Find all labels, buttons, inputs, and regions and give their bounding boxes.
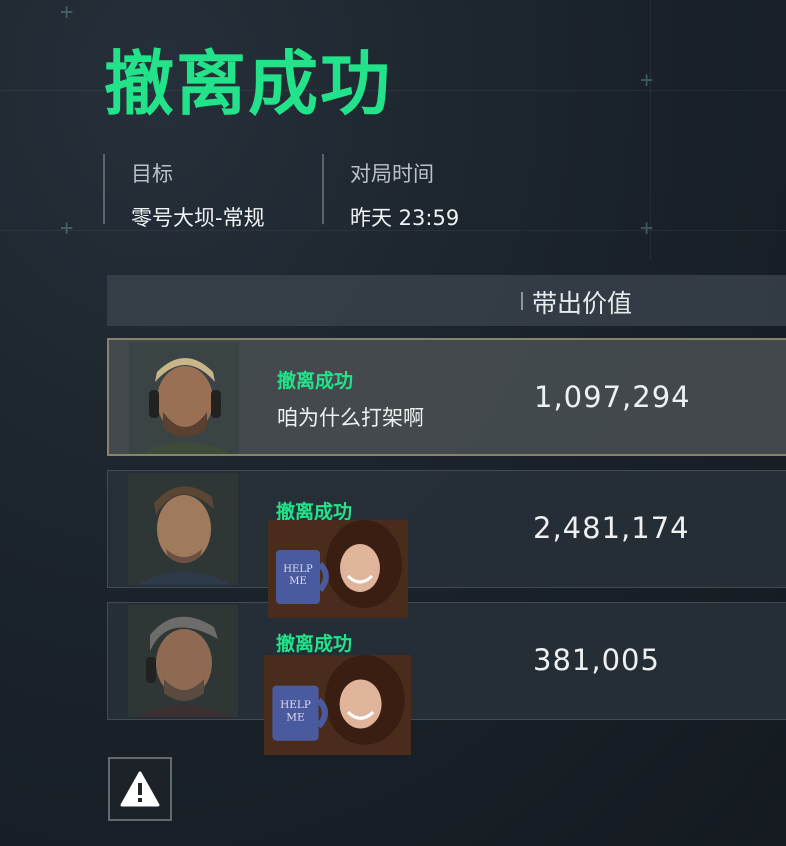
row-status: 撤离成功 xyxy=(277,370,354,392)
player-row[interactable]: 撤离成功 381,005 xyxy=(107,602,786,720)
player-avatar xyxy=(129,342,239,454)
row-status: 撤离成功 xyxy=(276,633,353,655)
match-time-info: 对局时间 昨天 23:59 xyxy=(322,154,459,230)
crosshair-decoration: + xyxy=(640,68,654,93)
player-avatar xyxy=(128,605,238,717)
target-value: 零号大坝-常规 xyxy=(131,206,265,230)
mug-text: HELP xyxy=(283,564,313,575)
crosshair-decoration: + xyxy=(60,216,74,241)
target-info: 目标 零号大坝-常规 xyxy=(103,154,265,230)
crosshair-decoration: + xyxy=(60,0,74,25)
player-name: 咱为什么打架啊 xyxy=(277,406,424,430)
table-header xyxy=(107,275,786,326)
extracted-value: 381,005 xyxy=(533,643,660,677)
report-button[interactable] xyxy=(108,757,172,821)
value-column-header: 带出价值 xyxy=(532,289,633,318)
page-title: 撤离成功 xyxy=(104,43,392,125)
svg-text:ME: ME xyxy=(289,576,307,587)
player-row[interactable]: 撤离成功 2,481,174 xyxy=(107,470,786,588)
meme-sticker-image: HELP ME xyxy=(268,520,408,618)
svg-text:ME: ME xyxy=(286,711,304,723)
svg-text:HELP: HELP xyxy=(280,699,311,711)
meme-sticker-image: HELP ME xyxy=(264,655,411,755)
target-label: 目标 xyxy=(131,162,173,186)
time-label: 对局时间 xyxy=(350,162,434,186)
crosshair-decoration: + xyxy=(640,216,654,241)
time-value: 昨天 23:59 xyxy=(350,206,460,230)
player-row[interactable]: 撤离成功 咱为什么打架啊 1,097,294 xyxy=(107,338,786,456)
warning-icon xyxy=(120,771,160,807)
header-separator xyxy=(521,292,523,310)
player-avatar xyxy=(128,473,238,585)
extracted-value: 1,097,294 xyxy=(534,380,691,414)
extracted-value: 2,481,174 xyxy=(533,511,690,545)
